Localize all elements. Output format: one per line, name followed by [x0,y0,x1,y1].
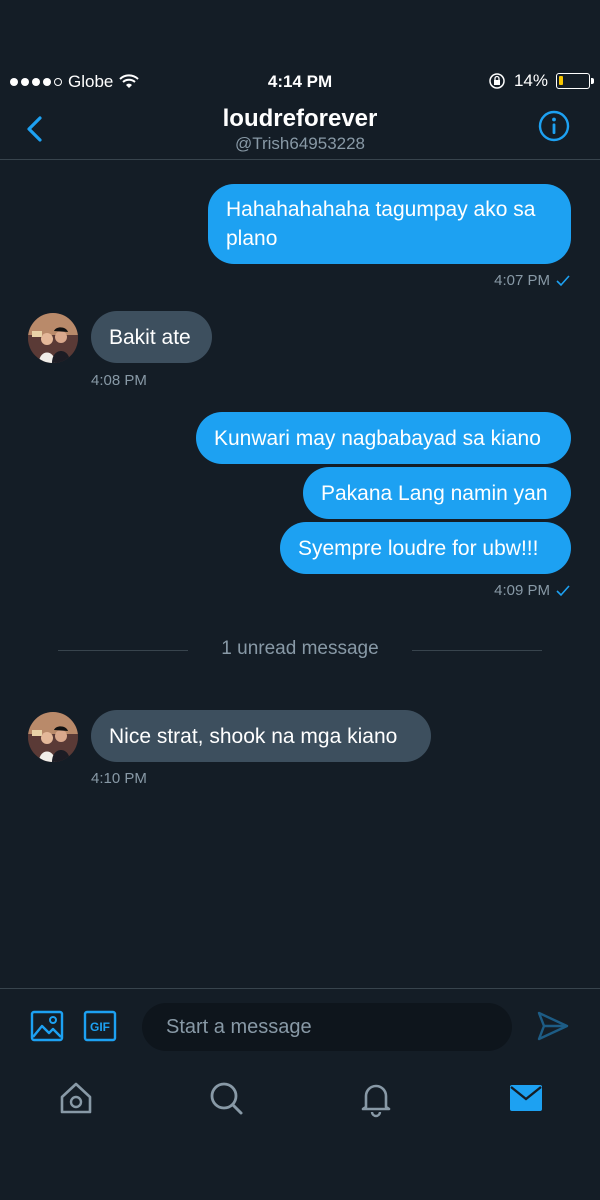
sent-message-bubble[interactable]: Kunwari may nagbabayad sa kiano [196,412,571,464]
gif-icon[interactable]: GIF [83,1009,117,1043]
home-icon[interactable] [56,1078,96,1118]
status-right: 14% [488,71,594,91]
message-text: Nice strat, shook na mga kiano [109,725,398,748]
message-timestamp: 4:10 PM [91,770,147,787]
bottom-tab-bar [0,1068,600,1200]
avatar[interactable] [28,712,78,762]
status-bar: Globe 4:14 PM 14% [0,62,600,102]
image-icon[interactable] [30,1009,64,1043]
divider-line-right [412,650,542,651]
message-composer: GIF [0,988,600,1068]
messages-icon[interactable] [506,1078,546,1118]
info-icon[interactable] [538,110,570,142]
avatar[interactable] [28,313,78,363]
message-text: Pakana Lang namin yan [321,482,548,505]
timestamp-text: 4:07 PM [494,272,550,289]
message-text: Syempre loudre for ubw!!! [298,537,539,560]
conversation-header: loudreforever @Trish64953228 [0,102,600,160]
read-check-icon [556,274,570,286]
notifications-icon[interactable] [356,1078,396,1118]
battery-percent: 14% [513,71,548,90]
received-message-bubble[interactable]: Bakit ate [91,311,212,363]
unread-divider-label: 1 unread message [221,638,379,659]
timestamp-text: 4:10 PM [91,770,147,787]
message-text: Bakit ate [109,326,191,349]
search-icon[interactable] [206,1078,246,1118]
received-message-bubble[interactable]: Nice strat, shook na mga kiano [91,710,431,762]
message-text: Kunwari may nagbabayad sa kiano [214,427,541,450]
message-timestamp: 4:08 PM [91,372,147,389]
sent-message-bubble[interactable]: Hahahahahaha tagumpay ako sa plano [208,184,571,264]
sent-message-bubble[interactable]: Syempre loudre for ubw!!! [280,522,571,574]
message-text-line: plano [226,227,278,250]
sent-message-bubble[interactable]: Pakana Lang namin yan [303,467,571,519]
message-text-line: Hahahahahaha tagumpay ako sa [226,198,536,221]
orientation-lock-icon [489,73,505,89]
read-check-icon [556,584,570,596]
avatar-photo [28,712,78,762]
conversation-title[interactable]: loudreforever [0,105,600,133]
battery-level [559,76,563,85]
message-timestamp: 4:07 PM [494,272,570,289]
avatar-photo [28,313,78,363]
message-timestamp: 4:09 PM [494,582,570,599]
battery-icon [556,73,594,89]
conversation-handle: @Trish64953228 [234,134,366,153]
timestamp-text: 4:09 PM [494,582,550,599]
timestamp-text: 4:08 PM [91,372,147,389]
message-input[interactable] [142,1003,512,1051]
send-icon[interactable] [536,1010,570,1042]
gif-label: GIF [90,1020,110,1034]
top-spacer [0,0,600,62]
